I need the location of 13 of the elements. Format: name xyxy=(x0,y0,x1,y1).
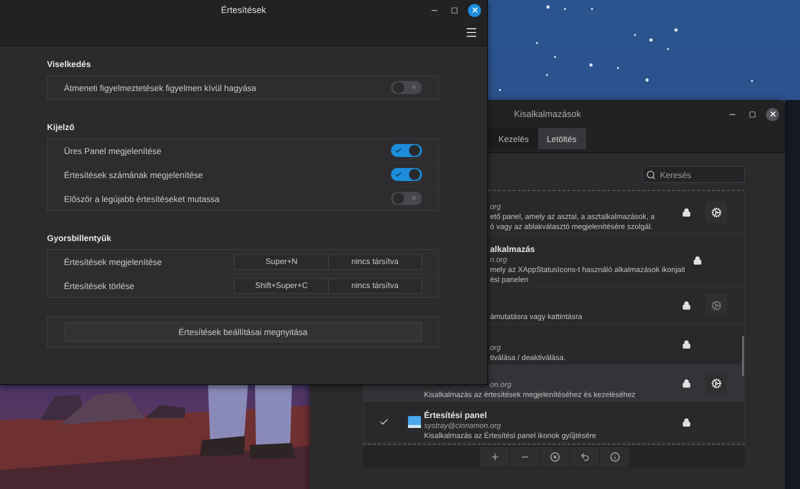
setting-label: Először a legújabb értesítéseket mutassa xyxy=(64,194,220,204)
section-heading: Viselkedés xyxy=(47,59,92,69)
window-title: Kisalkalmazások xyxy=(514,109,582,119)
setting-label: Üres Panel megjelenítése xyxy=(64,146,162,156)
setting-label: Értesítések számának megjelenítése xyxy=(64,170,204,180)
applet-name: alkalmazás xyxy=(490,244,536,254)
section-heading: Gyorsbillentyűk xyxy=(47,233,112,243)
setting-label: Értesítések megjelenítése xyxy=(64,256,163,266)
section-heading: Kijelző xyxy=(47,122,76,132)
window-title: Értesítések xyxy=(220,5,266,15)
setting-label: Értesítések törlése xyxy=(64,280,136,290)
setting-label: Átmeneti figyelmeztetések figyelmen kívül hagyása xyxy=(64,82,258,92)
applet-name: Értesítési panel xyxy=(424,410,488,420)
